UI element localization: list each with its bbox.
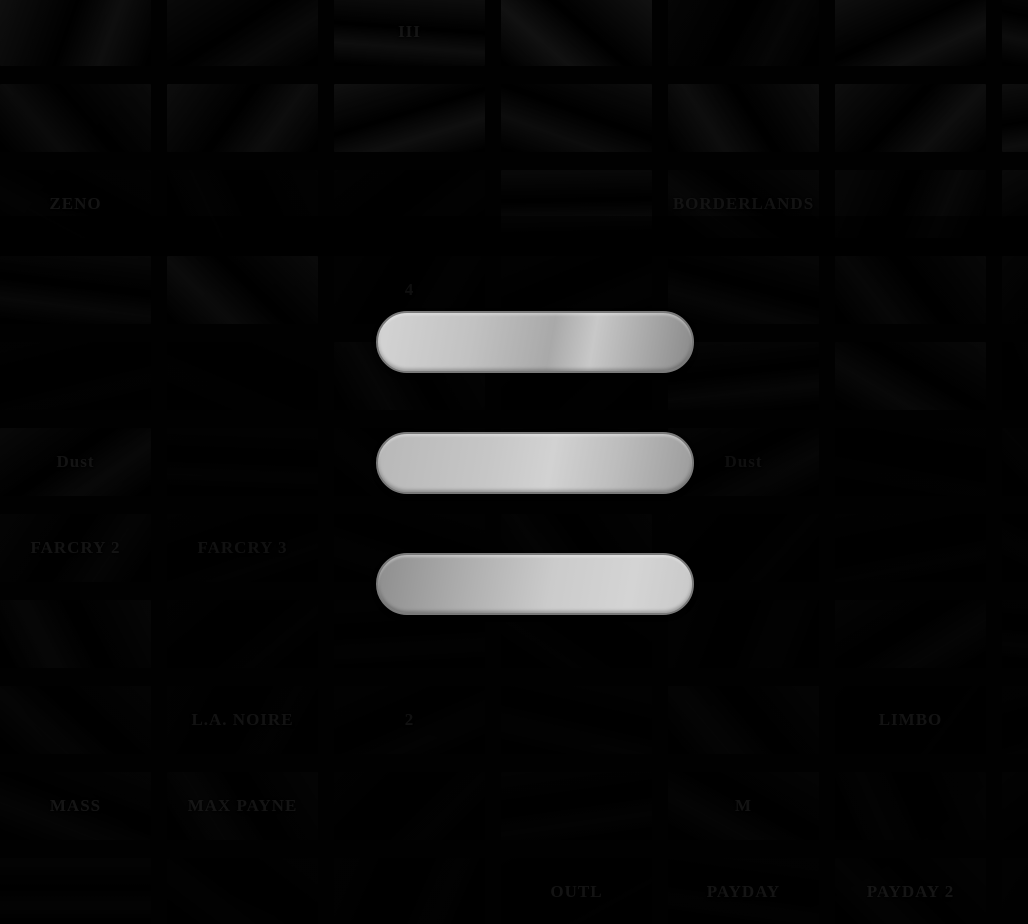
game-tile [835, 428, 986, 496]
game-tile [1002, 514, 1028, 582]
game-tile-title: Dust [56, 452, 95, 471]
game-tile [501, 772, 652, 840]
game-tile: MAX PAYNE [167, 772, 318, 840]
game-tile: LIMBO [835, 686, 986, 754]
game-tile-title: OUTL [550, 882, 603, 901]
game-tile-title: PAYDAY [706, 882, 781, 901]
game-tile [167, 600, 318, 668]
game-tile: L.A. NOIRE [167, 686, 318, 754]
game-tile [1002, 600, 1028, 668]
game-tile-title: ZENO [49, 194, 102, 213]
game-tile [334, 84, 485, 152]
game-tile [835, 84, 986, 152]
menu-bar-top [376, 311, 694, 373]
game-tile: M [668, 772, 819, 840]
game-tile [1002, 858, 1028, 924]
game-tile [668, 84, 819, 152]
game-tile [0, 600, 151, 668]
game-tile-title: FARCRY 2 [30, 538, 121, 557]
game-tile [167, 170, 318, 238]
game-tile [167, 84, 318, 152]
game-tile: ZENO [0, 170, 151, 238]
game-tile [0, 686, 151, 754]
game-tile-title: M [734, 796, 753, 815]
game-tile [334, 858, 485, 924]
game-tile-title: 4 [404, 280, 415, 299]
game-tile-title: L.A. NOIRE [191, 710, 294, 729]
game-tile [167, 858, 318, 924]
game-tile-title: MASS [49, 796, 102, 815]
game-tile [0, 256, 151, 324]
game-tile: PAYDAY [668, 858, 819, 924]
game-tile [167, 256, 318, 324]
game-tile [1002, 0, 1028, 66]
game-tile [835, 342, 986, 410]
game-tile-title: 2 [404, 710, 415, 729]
game-tile [167, 0, 318, 66]
menu-bar-middle [376, 432, 694, 494]
game-tile [501, 0, 652, 66]
game-tile: Dust [0, 428, 151, 496]
game-tile [835, 514, 986, 582]
game-tile: PAYDAY 2 [835, 858, 986, 924]
game-tile [668, 0, 819, 66]
game-tile [0, 84, 151, 152]
game-tile [1002, 686, 1028, 754]
game-tile [1002, 772, 1028, 840]
game-tile [835, 170, 986, 238]
game-tile [835, 600, 986, 668]
game-tile [0, 0, 151, 66]
game-tile [1002, 170, 1028, 238]
game-tile [668, 686, 819, 754]
game-tile [835, 256, 986, 324]
game-tile [1002, 256, 1028, 324]
game-tile-title: PAYDAY 2 [866, 882, 955, 901]
game-tile: 2 [334, 686, 485, 754]
game-tile [501, 84, 652, 152]
game-tile: OUTL [501, 858, 652, 924]
menu-bar-bottom [376, 553, 694, 615]
game-tile: BORDERLANDS [668, 170, 819, 238]
game-tile: FARCRY 2 [0, 514, 151, 582]
game-tile [501, 686, 652, 754]
game-tile: FARCRY 3 [167, 514, 318, 582]
game-tile-title: BORDERLANDS [672, 194, 815, 213]
game-tile [1002, 428, 1028, 496]
hamburger-menu-button[interactable] [376, 311, 694, 616]
game-tile-title: MAX PAYNE [187, 796, 298, 815]
game-tile [835, 0, 986, 66]
game-tile [0, 342, 151, 410]
game-tile [835, 772, 986, 840]
game-tile [334, 772, 485, 840]
launcher-screen: III ZENO BORDERLANDS 4 Dust Dust FARCRY 2 FARCR… [0, 0, 1028, 924]
game-tile [167, 342, 318, 410]
game-tile-title: FARCRY 3 [197, 538, 288, 557]
game-tile: MASS [0, 772, 151, 840]
game-tile [167, 428, 318, 496]
game-tile-title: III [398, 22, 421, 41]
game-tile-title: LIMBO [878, 710, 943, 729]
game-tile [501, 170, 652, 238]
game-tile [334, 170, 485, 238]
game-tile [0, 858, 151, 924]
game-tile: III [334, 0, 485, 66]
game-tile [1002, 84, 1028, 152]
game-tile [1002, 342, 1028, 410]
